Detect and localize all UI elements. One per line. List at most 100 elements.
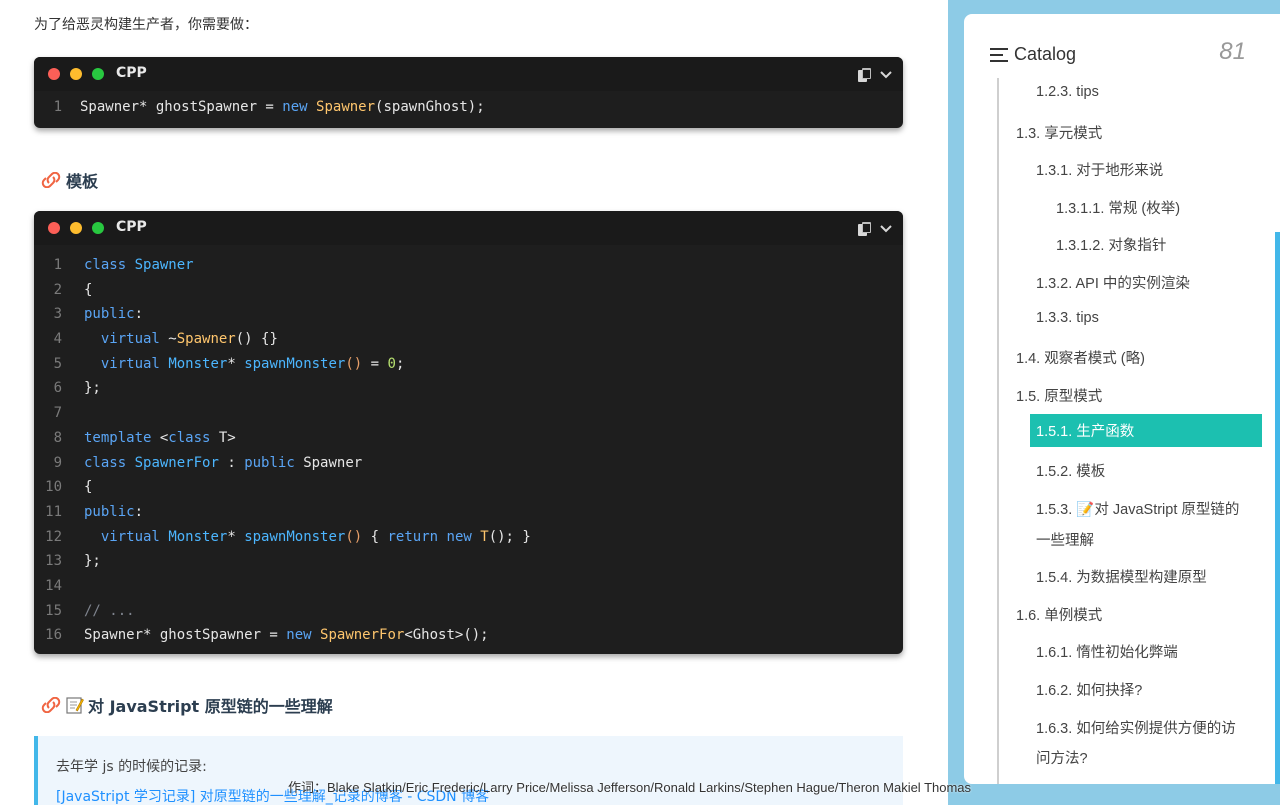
line-number: 14: [45, 577, 62, 594]
line-number: 16: [45, 627, 62, 644]
toc-item[interactable]: 1.6.3. 如何给实例提供方便的访: [1036, 717, 1236, 738]
line-number: 1: [53, 99, 62, 115]
link-icon[interactable]: [40, 172, 62, 188]
toc-item[interactable]: 1.4. 观察者模式 (略): [1016, 347, 1145, 368]
catalog-count: 81: [1219, 38, 1246, 65]
code-text: virtual Monster* spawnMonster() = 0;: [100, 355, 405, 372]
line-number: 9: [53, 454, 62, 471]
line-number: 2: [53, 281, 62, 298]
code-line: 10 {: [34, 475, 903, 500]
code-language: CPP: [116, 65, 147, 81]
code-line: 5 virtual Monster* spawnMonster() = 0;: [34, 352, 903, 377]
toc-item[interactable]: 1.6. 单例模式: [1016, 604, 1102, 625]
code-text: virtual ~Spawner() {}: [100, 331, 278, 348]
quote-text: 去年学 js 的时候的记录:: [56, 759, 207, 775]
toc-item[interactable]: 1.3.3. tips: [1036, 310, 1099, 326]
toc-guide-line: [997, 78, 999, 784]
code-line: 2{: [34, 278, 903, 303]
code-text: Spawner* ghostSpawner = new SpawnerFor<G…: [84, 627, 489, 644]
toc-item-active[interactable]: 1.5.1. 生产函数: [1030, 414, 1262, 447]
window-dot-red: [48, 68, 60, 80]
code-text: class Spawner: [84, 257, 194, 273]
toc-item[interactable]: 1.5.3. 📝对 JavaStript 原型链的: [1036, 498, 1239, 519]
code-body: 1 Spawner* ghostSpawner = new Spawner(spa…: [34, 91, 903, 128]
line-number: 8: [53, 429, 62, 446]
memo-icon: [66, 697, 84, 714]
code-text: public:: [84, 306, 144, 323]
toc-item[interactable]: 1.3.1.2. 对象指针: [1056, 234, 1166, 255]
line-number: 15: [45, 602, 62, 619]
link-icon[interactable]: [40, 697, 62, 713]
code-text: public:: [84, 503, 144, 520]
lyric-overlay: 作词：Blake Slatkin/Eric Frederic/Larry Pri…: [288, 780, 972, 795]
toc-item[interactable]: 1.5.4. 为数据模型构建原型: [1036, 566, 1207, 587]
intro-text: 为了给恶灵构建生产者，你需要做：: [34, 17, 258, 33]
code-header: CPP: [34, 211, 903, 245]
toc-item[interactable]: 1.3. 享元模式: [1016, 122, 1102, 143]
code-line: 11 public:: [34, 500, 903, 525]
code-line: 4 virtual ~Spawner() {}: [34, 327, 903, 352]
code-block: CPP 1 class Spawner 2{ 3 public: 4 virtual…: [34, 211, 903, 654]
heading-text: 模板: [66, 172, 99, 191]
toc-item[interactable]: 问方法?: [1036, 747, 1088, 768]
toc-item[interactable]: 1.3.1. 对于地形来说: [1036, 159, 1163, 180]
toc-item[interactable]: 1.5. 原型模式: [1016, 385, 1102, 406]
line-number: 12: [45, 528, 62, 545]
code-text: template <class T>: [84, 429, 236, 446]
code-block: CPP 1 Spawner* ghostSpawner = new Spawner…: [34, 57, 903, 128]
code-text: {: [84, 479, 93, 496]
code-text: };: [84, 380, 101, 397]
toc-item[interactable]: 1.2.3. tips: [1036, 84, 1099, 100]
toc-item[interactable]: 1.6.2. 如何抉择?: [1036, 679, 1142, 700]
code-header: CPP: [34, 57, 903, 91]
line-number: 7: [53, 405, 62, 422]
window-dot-yellow: [70, 222, 82, 234]
code-text: class SpawnerFor : public Spawner: [84, 454, 363, 471]
code-text: };: [84, 553, 101, 570]
toc-item[interactable]: 1.3.2. API 中的实例渲染: [1036, 272, 1190, 293]
catalog-header: Catalog: [990, 44, 1076, 65]
line-number: 11: [45, 503, 62, 520]
catalog-title: Catalog: [1014, 44, 1077, 64]
line-number: 1: [53, 257, 62, 273]
line-number: 5: [53, 355, 62, 372]
code-line: 7: [34, 401, 903, 426]
catalog-panel: Catalog 81 1.2.3. tips 1.3. 享元模式 1.3.1. …: [964, 14, 1280, 784]
toc-item[interactable]: 一些理解: [1036, 529, 1094, 550]
code-text: {: [84, 281, 93, 298]
copy-icon[interactable]: [857, 67, 873, 83]
toc-item[interactable]: 1.3.1.1. 常规 (枚举): [1056, 197, 1180, 218]
code-text: Spawner* ghostSpawner = new Spawner(spaw…: [80, 99, 485, 115]
code-line: 1 Spawner* ghostSpawner = new Spawner(spa…: [34, 95, 903, 120]
line-number: 13: [45, 553, 62, 570]
line-number: 4: [53, 331, 62, 348]
window-dot-green: [92, 222, 104, 234]
copy-icon[interactable]: [857, 221, 873, 237]
article-content: 为了给恶灵构建生产者，你需要做： CPP 1 Spawner* ghostSpaw…: [0, 0, 948, 805]
code-line: 13};: [34, 549, 903, 574]
section-heading-prototype: 对 JavaStript 原型链的一些理解: [40, 693, 333, 717]
code-line: 6};: [34, 376, 903, 401]
code-line: 14: [34, 574, 903, 599]
scrollbar-thumb[interactable]: [1275, 232, 1280, 784]
code-line: 9 class SpawnerFor : public Spawner: [34, 451, 903, 476]
section-heading-template: 模板: [40, 168, 98, 192]
toc-item[interactable]: 1.6.1. 惰性初始化弊端: [1036, 641, 1178, 662]
window-dot-green: [92, 68, 104, 80]
line-number: 3: [53, 306, 62, 323]
heading-text: 对 JavaStript 原型链的一些理解: [88, 697, 333, 716]
line-number: 10: [45, 479, 62, 496]
code-line: 8 template <class T>: [34, 426, 903, 451]
toc-item[interactable]: 1.5.2. 模板: [1036, 460, 1105, 481]
menu-icon: [990, 47, 1008, 62]
chevron-down-icon[interactable]: [879, 68, 893, 82]
code-line: 12 virtual Monster* spawnMonster() { ret…: [34, 525, 903, 550]
line-number: 6: [53, 380, 62, 397]
code-line: 16 Spawner* ghostSpawner = new SpawnerFor…: [34, 623, 903, 648]
code-line: 15 // ...: [34, 599, 903, 624]
chevron-down-icon[interactable]: [879, 222, 893, 236]
code-line: 3 public:: [34, 302, 903, 327]
code-body: 1 class Spawner 2{ 3 public: 4 virtual ~Sp…: [34, 245, 903, 654]
code-text: virtual Monster* spawnMonster() { return…: [100, 528, 531, 545]
code-line: 1 class Spawner: [34, 253, 903, 278]
